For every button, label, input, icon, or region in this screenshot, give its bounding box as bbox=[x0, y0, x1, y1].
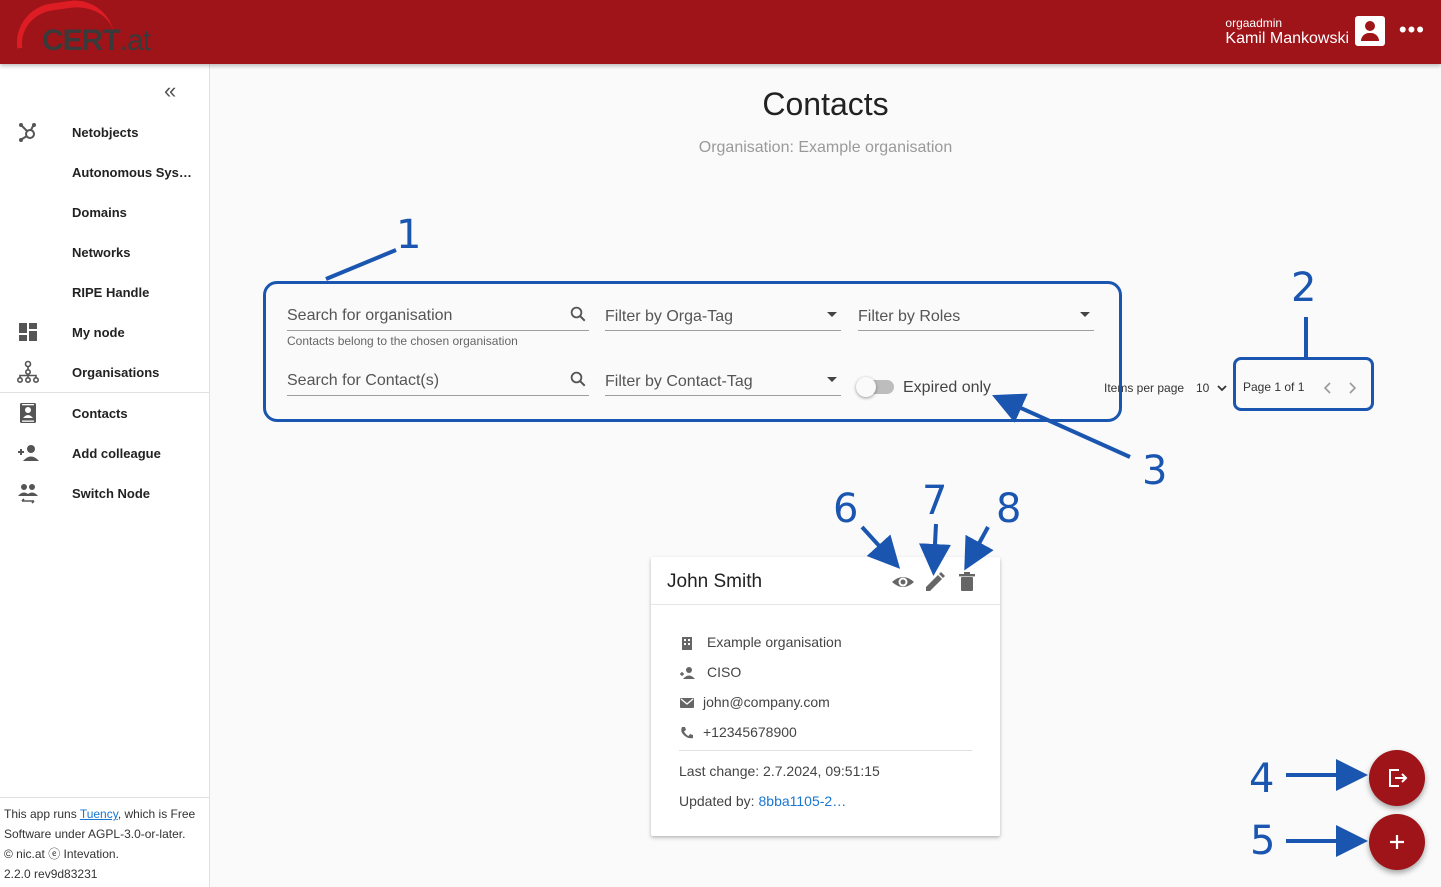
updated-by-link[interactable]: 8bba1105-2… bbox=[759, 793, 847, 809]
sidebar-item-autonomous-systems[interactable]: Autonomous Systems bbox=[0, 152, 209, 192]
tuency-link[interactable]: Tuency bbox=[80, 807, 118, 821]
items-per-page-select[interactable]: 10 bbox=[1196, 381, 1209, 395]
contact-name: John Smith bbox=[667, 571, 763, 592]
annotation-number-4: 4 bbox=[1249, 756, 1275, 802]
view-eye-icon[interactable] bbox=[891, 570, 915, 594]
annotation-box-pagination bbox=[1233, 357, 1374, 411]
contact-card: John Smith Example organisation CISO joh… bbox=[651, 557, 1000, 836]
switch-people-icon bbox=[18, 484, 38, 504]
annotation-box-filters bbox=[263, 281, 1122, 422]
sidebar-item-switch-node[interactable]: Switch Node bbox=[0, 473, 209, 513]
contact-card-header: John Smith bbox=[651, 557, 1000, 605]
more-menu-icon[interactable]: ••• bbox=[1399, 19, 1425, 41]
sidebar-item-contacts[interactable]: Contacts bbox=[0, 393, 209, 433]
copyright-text: © nic.at ⓔ Intevation. bbox=[4, 847, 119, 861]
annotation-number-2: 2 bbox=[1291, 265, 1317, 311]
chevron-down-icon[interactable] bbox=[1216, 382, 1228, 394]
sidebar-item-label: Switch Node bbox=[72, 485, 151, 501]
logo-text: CERT.at bbox=[42, 24, 151, 57]
annotation-number-6: 6 bbox=[833, 486, 859, 532]
annotation-number-3: 3 bbox=[1142, 448, 1168, 494]
cert-logo[interactable]: CERT.at bbox=[11, 0, 164, 60]
add-contact-button[interactable] bbox=[1369, 814, 1425, 870]
sidebar-item-label: Autonomous Systems bbox=[72, 164, 196, 180]
export-icon bbox=[1389, 769, 1408, 787]
annotation-number-7: 7 bbox=[922, 478, 948, 524]
edit-pencil-icon[interactable] bbox=[923, 570, 947, 594]
annotation-number-1: 1 bbox=[396, 212, 422, 258]
sidebar-item-add-colleague[interactable]: Add colleague bbox=[0, 433, 209, 473]
sidebar-item-organisations[interactable]: Organisations bbox=[0, 352, 209, 392]
page-title: Contacts bbox=[762, 86, 889, 122]
account-icon[interactable] bbox=[1355, 16, 1385, 46]
sidebar-item-domains[interactable]: Domains bbox=[0, 192, 209, 232]
sidebar-item-label: RIPE Handle bbox=[72, 284, 150, 300]
card-divider bbox=[679, 750, 972, 751]
contact-email: john@company.com bbox=[703, 694, 830, 710]
export-button[interactable] bbox=[1369, 750, 1425, 806]
annotation-number-8: 8 bbox=[996, 486, 1022, 532]
version-text: 2.2.0 rev9d83231 bbox=[4, 867, 98, 881]
user-info: orgaadmin Kamil Mankowski bbox=[1225, 16, 1349, 48]
sidebar-footer: This app runs Tuency, which is Free Soft… bbox=[4, 807, 196, 881]
contact-role: CISO bbox=[707, 664, 742, 680]
sidebar-item-label: Domains bbox=[72, 204, 127, 220]
hub-icon bbox=[19, 123, 36, 142]
last-change-text: Last change: 2.7.2024, 09:51:15 bbox=[679, 763, 880, 779]
phone-icon bbox=[681, 727, 693, 739]
annotation-number-5: 5 bbox=[1250, 818, 1276, 864]
org-tree-icon bbox=[16, 360, 39, 383]
sidebar: « Netobjects Autonomous Systems Domains … bbox=[0, 64, 210, 887]
person-role-icon bbox=[680, 667, 695, 679]
sidebar-item-label: Contacts bbox=[72, 405, 128, 421]
updated-by-row: Updated by: 8bba1105-2… bbox=[679, 793, 846, 809]
sidebar-item-label: Netobjects bbox=[72, 124, 139, 140]
contact-card-icon bbox=[20, 403, 36, 423]
building-icon bbox=[682, 637, 692, 650]
sidebar-item-label: Networks bbox=[72, 244, 131, 260]
user-name: Kamil Mankowski bbox=[1225, 30, 1349, 47]
page-subtitle: Organisation: Example organisation bbox=[698, 139, 953, 156]
email-icon bbox=[680, 698, 694, 708]
top-app-bar: CERT.at orgaadmin Kamil Mankowski ••• bbox=[0, 0, 1441, 64]
sidebar-item-ripe-handle[interactable]: RIPE Handle bbox=[0, 272, 209, 312]
footer-divider bbox=[0, 797, 209, 798]
dashboard-icon bbox=[19, 323, 37, 341]
sidebar-item-networks[interactable]: Networks bbox=[0, 232, 209, 272]
sidebar-item-netobjects[interactable]: Netobjects bbox=[0, 112, 209, 152]
sidebar-item-label: My node bbox=[72, 324, 125, 340]
sidebar-item-my-node[interactable]: My node bbox=[0, 312, 209, 352]
sidebar-item-label: Add colleague bbox=[72, 445, 161, 461]
plus-icon bbox=[1390, 835, 1404, 849]
user-role: orgaadmin bbox=[1225, 16, 1283, 30]
person-add-icon bbox=[18, 445, 39, 461]
sidebar-item-label: Organisations bbox=[72, 364, 160, 380]
updated-by-label: Updated by: bbox=[679, 793, 755, 809]
collapse-sidebar-icon[interactable]: « bbox=[164, 80, 176, 102]
delete-trash-icon[interactable] bbox=[955, 570, 979, 594]
contact-organisation: Example organisation bbox=[707, 634, 842, 650]
contact-phone: +12345678900 bbox=[703, 724, 797, 740]
